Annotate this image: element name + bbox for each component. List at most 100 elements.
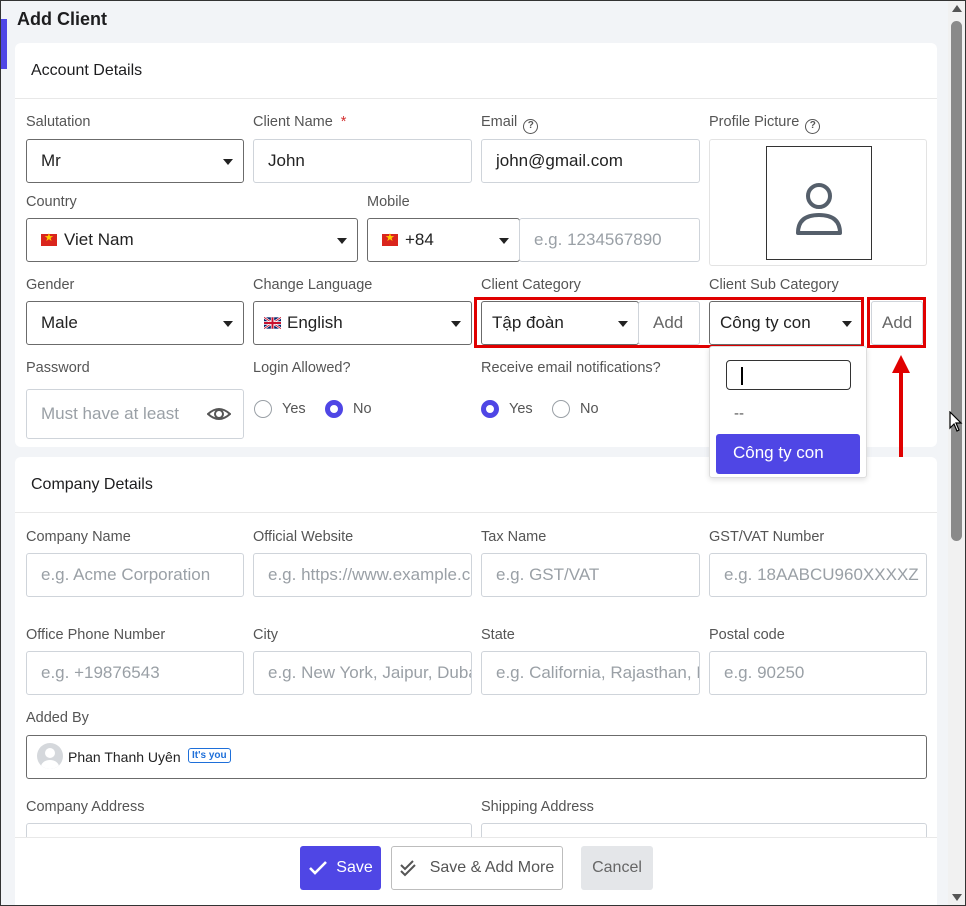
change-language-label: Change Language xyxy=(253,277,373,293)
gst-label: GST/VAT Number xyxy=(709,529,825,545)
dropdown-search-input[interactable] xyxy=(726,360,851,390)
password-label: Password xyxy=(26,360,90,376)
city-input[interactable]: e.g. New York, Jaipur, Dubai xyxy=(253,651,472,695)
login-allowed-yes[interactable]: Yes xyxy=(254,400,306,418)
office-phone-placeholder: e.g. +19876543 xyxy=(41,663,160,682)
add-client-modal: Add Client Account Details Salutation Cl… xyxy=(0,0,966,906)
radio-label: No xyxy=(353,401,372,417)
scroll-down-arrow-icon[interactable] xyxy=(952,894,962,901)
email-label: Email xyxy=(481,114,518,130)
country-label: Country xyxy=(26,194,77,210)
company-name-input[interactable]: e.g. Acme Corporation xyxy=(26,553,244,597)
radio-button xyxy=(254,400,272,418)
gender-select[interactable]: Male xyxy=(26,301,244,345)
mobile-input[interactable]: e.g. 1234567890 xyxy=(519,218,700,262)
company-name-placeholder: e.g. Acme Corporation xyxy=(41,565,211,584)
company-address-label: Company Address xyxy=(26,799,145,815)
radio-label: Yes xyxy=(282,401,306,417)
client-name-input[interactable]: John xyxy=(253,139,472,183)
state-input[interactable]: e.g. California, Rajasthan, Dubai xyxy=(481,651,700,695)
salutation-label: Salutation xyxy=(26,114,91,130)
radio-button-selected xyxy=(325,400,343,418)
double-check-icon xyxy=(400,860,416,877)
postal-code-input[interactable]: e.g. 90250 xyxy=(709,651,927,695)
cancel-button[interactable]: Cancel xyxy=(581,846,653,890)
account-details-heading: Account Details xyxy=(15,43,937,99)
vietnam-flag-icon xyxy=(41,231,57,246)
category-highlight-box xyxy=(474,297,864,348)
website-placeholder: e.g. https://www.example.com xyxy=(268,565,472,584)
save-label: Save xyxy=(336,859,373,876)
mouse-cursor-icon xyxy=(949,411,963,432)
office-phone-input[interactable]: e.g. +19876543 xyxy=(26,651,244,695)
email-notifications-no[interactable]: No xyxy=(552,400,599,418)
state-label: State xyxy=(481,627,515,643)
email-value: john@gmail.com xyxy=(496,151,623,170)
website-input[interactable]: e.g. https://www.example.com xyxy=(253,553,472,597)
its-you-badge: It's you xyxy=(188,748,231,763)
login-allowed-no[interactable]: No xyxy=(325,400,372,418)
email-input[interactable]: john@gmail.com xyxy=(481,139,700,183)
caret-down-icon xyxy=(499,238,509,244)
vietnam-flag-icon xyxy=(382,231,398,246)
caret-down-icon xyxy=(451,321,461,327)
language-value: English xyxy=(287,313,343,332)
radio-button xyxy=(552,400,570,418)
scroll-up-arrow-icon[interactable] xyxy=(952,5,962,12)
company-name-label: Company Name xyxy=(26,529,131,545)
mobile-label: Mobile xyxy=(367,194,410,210)
added-by-label: Added By xyxy=(26,710,89,726)
gst-placeholder: e.g. 18AABCU960XXXXZ xyxy=(724,565,919,584)
email-notifications-label: Receive email notifications? xyxy=(481,360,661,376)
background-page-strip xyxy=(1,19,7,69)
country-select[interactable]: Viet Nam xyxy=(26,218,358,262)
eye-icon[interactable] xyxy=(207,404,231,424)
save-more-label: Save & Add More xyxy=(429,859,555,876)
required-marker: * xyxy=(340,114,347,130)
salutation-select[interactable]: Mr xyxy=(26,139,244,183)
client-name-label-wrap: Client Name * xyxy=(253,114,346,130)
gender-value: Male xyxy=(41,313,78,332)
dropdown-option-selected[interactable]: Công ty con xyxy=(716,434,860,474)
help-icon[interactable]: ? xyxy=(523,119,539,134)
mobile-code-value: +84 xyxy=(405,230,434,249)
scrollbar[interactable] xyxy=(948,1,965,905)
mobile-placeholder: e.g. 1234567890 xyxy=(534,230,662,249)
postal-code-label: Postal code xyxy=(709,627,785,643)
save-button[interactable]: Save xyxy=(300,846,381,890)
gst-input[interactable]: e.g. 18AABCU960XXXXZ xyxy=(709,553,927,597)
profile-picture-upload[interactable] xyxy=(709,139,927,266)
scrollbar-thumb[interactable] xyxy=(951,21,962,541)
city-placeholder: e.g. New York, Jaipur, Dubai xyxy=(268,663,472,682)
client-name-value: John xyxy=(268,151,305,170)
country-value: Viet Nam xyxy=(64,230,134,249)
email-label-wrap: Email? xyxy=(481,114,539,134)
gender-label: Gender xyxy=(26,277,75,293)
mobile-code-select[interactable]: +84 xyxy=(367,218,520,262)
client-name-label: Client Name xyxy=(253,114,333,130)
user-placeholder-icon xyxy=(796,183,842,235)
modal-title: Add Client xyxy=(17,9,107,29)
profile-picture-label: Profile Picture xyxy=(709,114,800,130)
caret-down-icon xyxy=(223,321,233,327)
help-icon[interactable]: ? xyxy=(805,119,821,134)
salutation-value: Mr xyxy=(41,151,61,170)
tax-name-label: Tax Name xyxy=(481,529,547,545)
shipping-address-label: Shipping Address xyxy=(481,799,594,815)
cancel-label: Cancel xyxy=(592,859,642,876)
dropdown-option-none[interactable]: -- xyxy=(734,405,744,422)
website-label: Official Website xyxy=(253,529,354,545)
radio-button-selected xyxy=(481,400,499,418)
language-select[interactable]: English xyxy=(253,301,472,345)
profile-picture-preview xyxy=(766,146,872,260)
office-phone-label: Office Phone Number xyxy=(26,627,166,643)
caret-down-icon xyxy=(223,159,233,165)
save-and-add-more-button[interactable]: Save & Add More xyxy=(391,846,563,890)
email-notifications-yes[interactable]: Yes xyxy=(481,400,533,418)
added-by-select[interactable]: Phan Thanh Uyên It's you xyxy=(26,735,927,779)
sub-category-dropdown: -- Công ty con xyxy=(709,346,867,478)
state-placeholder: e.g. California, Rajasthan, Dubai xyxy=(496,663,699,682)
client-category-label: Client Category xyxy=(481,277,581,293)
tax-name-input[interactable]: e.g. GST/VAT xyxy=(481,553,700,597)
postal-code-placeholder: e.g. 90250 xyxy=(724,663,805,682)
